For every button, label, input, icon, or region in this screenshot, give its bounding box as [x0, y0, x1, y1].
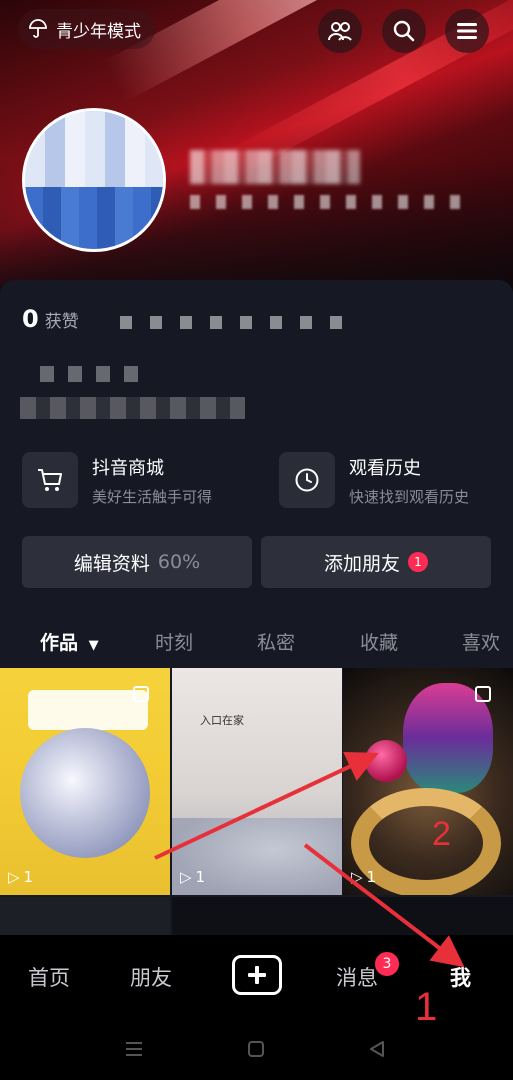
- edit-profile-progress: 60%: [157, 551, 201, 573]
- search-button[interactable]: [382, 9, 426, 53]
- avatar[interactable]: [22, 108, 166, 252]
- caret-down-icon: ▼: [88, 638, 99, 653]
- recent-apps-icon[interactable]: [124, 1040, 144, 1058]
- teen-mode-button[interactable]: 青少年模式: [18, 9, 155, 49]
- add-friend-badge: 1: [408, 552, 428, 572]
- play-count-value: 1: [366, 868, 377, 886]
- play-icon: ▷: [180, 868, 192, 886]
- menu-icon: [457, 23, 477, 39]
- tab-private[interactable]: 私密: [257, 628, 295, 655]
- nav-messages[interactable]: 消息: [336, 962, 378, 992]
- play-count: ▷ 1: [351, 868, 376, 886]
- shop-title: 抖音商城: [92, 457, 164, 479]
- cart-icon: [22, 452, 78, 508]
- nav-me[interactable]: 我: [450, 962, 471, 992]
- user-id-blurred: [190, 195, 460, 209]
- bio-blurred-line2: [20, 397, 245, 419]
- annotation-label-2: 2: [432, 815, 451, 853]
- video-thumbnail[interactable]: [343, 668, 513, 895]
- video-thumbnail[interactable]: [0, 668, 170, 895]
- menu-button[interactable]: [445, 9, 489, 53]
- multi-image-icon: [475, 686, 491, 702]
- tab-favorites[interactable]: 收藏: [360, 628, 398, 655]
- video-thumbnail[interactable]: 入口在家: [172, 668, 342, 895]
- nav-friends[interactable]: 朋友: [130, 962, 172, 992]
- thumbnail-overlay-text: 入口在家: [200, 714, 244, 727]
- shop-subtitle: 美好生活触手可得: [92, 487, 213, 506]
- teen-mode-label: 青少年模式: [56, 21, 141, 42]
- bio-blurred-line1: [40, 366, 140, 382]
- tab-works-label: 作品: [40, 632, 79, 654]
- shop-entry[interactable]: 抖音商城 美好生活触手可得: [22, 450, 212, 510]
- play-count-value: 1: [195, 868, 206, 886]
- history-title: 观看历史: [349, 457, 421, 479]
- clock-icon: [279, 452, 335, 508]
- thumbnail-robot-illustration: [20, 728, 150, 858]
- nav-home[interactable]: 首页: [28, 962, 70, 992]
- friends-button[interactable]: [318, 9, 362, 53]
- likes-stat[interactable]: 0 获赞: [22, 305, 79, 333]
- plus-icon: [248, 966, 266, 984]
- thumbnail-speech-bubble: [28, 690, 148, 730]
- play-count: ▷ 1: [180, 868, 205, 886]
- likes-count: 0: [22, 305, 39, 333]
- history-subtitle: 快速找到观看历史: [349, 487, 470, 506]
- tab-moments[interactable]: 时刻: [155, 628, 193, 655]
- edit-profile-button[interactable]: 编辑资料 60%: [22, 536, 252, 588]
- create-button[interactable]: [232, 955, 282, 995]
- profile-tabs: 作品 ▼ 时刻 私密 收藏 喜欢: [0, 616, 513, 664]
- tab-works[interactable]: 作品 ▼: [40, 628, 99, 655]
- history-entry[interactable]: 观看历史 快速找到观看历史: [279, 450, 469, 510]
- messages-badge: 3: [373, 950, 401, 978]
- edit-profile-label: 编辑资料: [73, 552, 150, 575]
- thumbnail-gem-illustration: [365, 740, 407, 782]
- tab-likes[interactable]: 喜欢: [462, 628, 500, 655]
- back-icon[interactable]: [368, 1040, 386, 1058]
- play-count: ▷ 1: [8, 868, 33, 886]
- friends-icon: [328, 22, 352, 41]
- multi-image-icon: [133, 686, 149, 702]
- likes-label: 获赞: [44, 312, 79, 332]
- add-friend-button[interactable]: 添加朋友 1: [261, 536, 491, 588]
- stats-blurred: [120, 316, 350, 329]
- video-thumbnail-partial[interactable]: [0, 897, 170, 935]
- grid-empty-area: [172, 897, 513, 935]
- play-icon: ▷: [8, 868, 20, 886]
- annotation-label-1: 1: [415, 985, 438, 1029]
- play-icon: ▷: [351, 868, 363, 886]
- home-system-icon[interactable]: [247, 1040, 265, 1058]
- add-friend-label: 添加朋友: [323, 552, 400, 575]
- search-icon: [393, 20, 415, 42]
- username-blurred: [190, 150, 360, 184]
- umbrella-icon: [29, 19, 47, 38]
- play-count-value: 1: [23, 868, 34, 886]
